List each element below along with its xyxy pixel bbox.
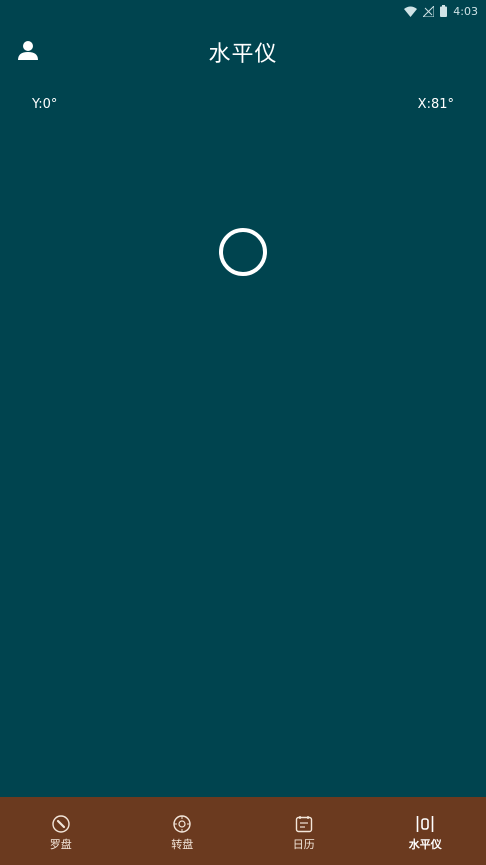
status-bar: 4:03 [0,0,486,22]
battery-icon [440,5,448,17]
calendar-icon [295,816,312,833]
level-icon [416,816,434,832]
nav-item-level[interactable]: 水平仪 [365,797,486,865]
level-bubble [219,228,267,276]
nav-label-level: 水平仪 [408,838,442,851]
compass-icon [52,815,70,833]
wifi-icon [404,6,418,17]
wheel-icon [173,815,191,833]
app-screen: 4:03 水平仪 Y:0° X:81° 罗盘 转盘 日历 水平仪 [0,0,486,865]
nav-item-calendar[interactable]: 日历 [243,797,365,865]
x-angle-readout: X:81° [417,97,454,112]
nav-label-compass: 罗盘 [49,838,72,851]
y-angle-readout: Y:0° [32,97,58,112]
no-signal-icon [423,5,435,17]
nav-item-compass[interactable]: 罗盘 [0,797,122,865]
nav-item-wheel[interactable]: 转盘 [122,797,244,865]
page-title: 水平仪 [208,42,278,67]
nav-label-wheel: 转盘 [171,838,194,851]
bottom-nav: 罗盘 转盘 日历 水平仪 [0,797,486,865]
title-bar: 水平仪 [0,22,486,80]
nav-label-calendar: 日历 [292,838,315,851]
status-time: 4:03 [453,4,478,18]
